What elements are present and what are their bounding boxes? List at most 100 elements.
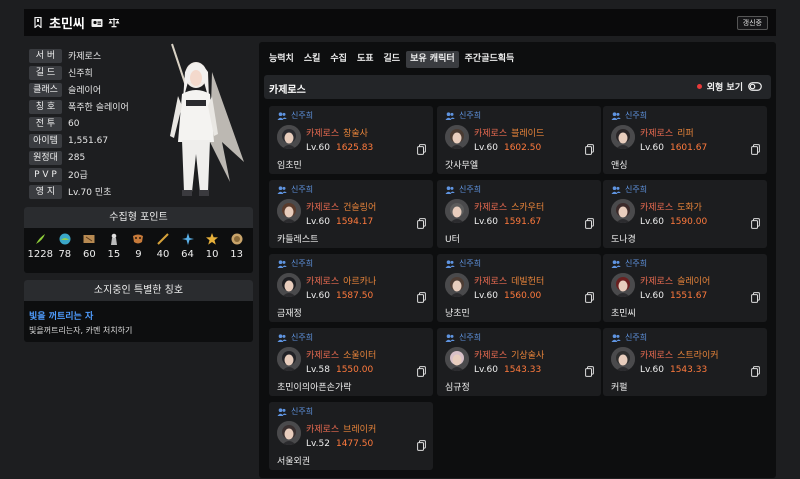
copy-icon[interactable] [751, 292, 760, 303]
character-server: 카제로스 [474, 203, 508, 213]
character-card[interactable]: 신주희 카제로스 브레이커 Lv.52 1477.50 서울외권 [269, 402, 433, 470]
character-name: U터 [445, 235, 460, 245]
guild-label: 신주희 [277, 110, 313, 121]
copy-icon[interactable] [417, 366, 426, 377]
character-class: 도화가 [677, 203, 702, 213]
copy-icon[interactable] [417, 144, 426, 155]
guild-label: 신주희 [445, 110, 481, 121]
character-card[interactable]: 신주희 카제로스 슬레이어 Lv.60 1551.67 초민씨 [603, 254, 767, 322]
copy-icon[interactable] [417, 218, 426, 229]
avatar [277, 347, 301, 371]
character-card[interactable]: 신주희 카제로스 리퍼 Lv.60 1601.67 앤싱 [603, 106, 767, 174]
profile-row-guild: 길 드 신주희 [29, 65, 93, 80]
character-card[interactable]: 신주희 카제로스 스카우터 Lv.60 1591.67 U터 [437, 180, 601, 248]
copy-icon[interactable] [751, 218, 760, 229]
character-level: Lv.60 [640, 291, 664, 301]
profile-label: 클래스 [29, 82, 62, 97]
character-name: 금재정 [277, 309, 302, 319]
copy-icon[interactable] [417, 292, 426, 303]
collection-value: 13 [230, 249, 243, 260]
special-titles-title: 소지중인 특별한 칭호 [24, 280, 253, 301]
copy-icon[interactable] [585, 366, 594, 377]
collection-item[interactable]: 40 [152, 232, 174, 260]
character-class: 스카우터 [511, 203, 545, 213]
id-card-icon[interactable] [91, 18, 103, 28]
collection-item[interactable]: 13 [226, 232, 248, 260]
profile-panel: 서 버 카제로스 길 드 신주희 클래스 슬레이어 칭 호 폭주한 슬레이어 전 투 60… [24, 42, 253, 202]
tab-owned-characters[interactable]: 보유 캐릭터 [406, 51, 459, 68]
character-server: 카제로스 [640, 129, 674, 139]
profile-row-class: 클래스 슬레이어 [29, 82, 101, 97]
wand-icon [156, 232, 170, 246]
collection-item[interactable]: 15 [103, 232, 125, 260]
guild-users-icon [611, 259, 621, 268]
character-class: 리퍼 [677, 129, 694, 139]
level-line: Lv.60 1591.67 [474, 217, 541, 227]
app-root: { "header": {"name": "초민씨", "renew_label… [0, 0, 800, 479]
tab-collection[interactable]: 수집 [326, 51, 351, 68]
copy-icon[interactable] [585, 292, 594, 303]
character-card[interactable]: 신주희 카제로스 데빌헌터 Lv.60 1560.00 냥초민 [437, 254, 601, 322]
item-level: 1543.33 [503, 365, 542, 375]
appearance-toggle[interactable]: 외형 보기 [696, 80, 762, 93]
copy-icon[interactable] [585, 144, 594, 155]
character-level: Lv.60 [640, 365, 664, 375]
guild-label: 신주희 [277, 184, 313, 195]
avatar [611, 125, 635, 149]
guild-name: 신주희 [459, 333, 482, 342]
character-card[interactable]: 신주희 카제로스 기상술사 Lv.60 1543.33 심규정 [437, 328, 601, 396]
character-class: 창술사 [343, 129, 368, 139]
character-card[interactable]: 신주희 카제로스 도화가 Lv.60 1590.00 도나경 [603, 180, 767, 248]
copy-icon[interactable] [751, 366, 760, 377]
character-card[interactable]: 신주희 카제로스 소울이터 Lv.58 1550.00 초민이의아픈손가락 [269, 328, 433, 396]
guild-label: 신주희 [277, 332, 313, 343]
profile-row-roster: 원정대 285 [29, 150, 85, 165]
collection-item[interactable]: 64 [177, 232, 199, 260]
character-server: 카제로스 [640, 203, 674, 213]
tab-skills[interactable]: 스킬 [300, 51, 325, 68]
left-panel: 서 버 카제로스 길 드 신주희 클래스 슬레이어 칭 호 폭주한 슬레이어 전 투 60… [24, 42, 253, 202]
class-line: 카제로스 스트라이커 [640, 348, 719, 361]
collection-item[interactable]: 1228 [28, 232, 53, 260]
character-card[interactable]: 신주희 카제로스 블레이드 Lv.60 1602.50 갓사무엘 [437, 106, 601, 174]
tab-charts[interactable]: 도표 [353, 51, 378, 68]
profile-label: 영 지 [29, 184, 62, 199]
character-card[interactable]: 신주희 카제로스 아르카나 Lv.60 1587.50 금재정 [269, 254, 433, 322]
renew-button[interactable]: 갱신중 [736, 16, 768, 30]
guild-label: 신주희 [445, 332, 481, 343]
profile-label: 서 버 [29, 48, 62, 63]
collection-item[interactable]: 78 [54, 232, 76, 260]
item-level: 1591.67 [503, 217, 542, 227]
character-name: 도나경 [611, 235, 636, 245]
collection-item[interactable]: 60 [78, 232, 100, 260]
guild-users-icon [445, 259, 455, 268]
level-line: Lv.58 1550.00 [306, 365, 373, 375]
character-card[interactable]: 신주희 카제로스 스트라이커 Lv.60 1543.33 커펄 [603, 328, 767, 396]
tab-guild[interactable]: 길드 [380, 51, 405, 68]
tab-stats[interactable]: 능력치 [265, 51, 298, 68]
avatar [445, 273, 469, 297]
character-server: 카제로스 [306, 203, 340, 213]
character-card[interactable]: 신주희 카제로스 건슬링어 Lv.60 1594.17 카들레스트 [269, 180, 433, 248]
class-line: 카제로스 슬레이어 [640, 274, 710, 287]
copy-icon[interactable] [585, 218, 594, 229]
class-line: 카제로스 아르카나 [306, 274, 376, 287]
collection-item[interactable]: 10 [201, 232, 223, 260]
profile-value: 신주희 [68, 69, 93, 79]
tab-weekly-gold[interactable]: 주간골드획득 [461, 51, 519, 68]
collection-item[interactable]: 9 [127, 232, 149, 260]
avatar [611, 273, 635, 297]
bookmark-icon[interactable] [33, 17, 43, 29]
character-class: 블레이드 [511, 129, 545, 139]
guild-name: 신주희 [625, 259, 648, 268]
character-card[interactable]: 신주희 카제로스 창술사 Lv.60 1625.83 임초민 [269, 106, 433, 174]
character-name: 임초민 [277, 161, 302, 171]
guild-users-icon [611, 333, 621, 342]
copy-icon[interactable] [417, 440, 426, 451]
level-line: Lv.60 1587.50 [306, 291, 373, 301]
copy-icon[interactable] [751, 144, 760, 155]
balance-scale-icon[interactable] [108, 17, 120, 28]
avatar [277, 273, 301, 297]
profile-label: 길 드 [29, 65, 62, 80]
toggle-switch-icon[interactable] [748, 82, 762, 91]
